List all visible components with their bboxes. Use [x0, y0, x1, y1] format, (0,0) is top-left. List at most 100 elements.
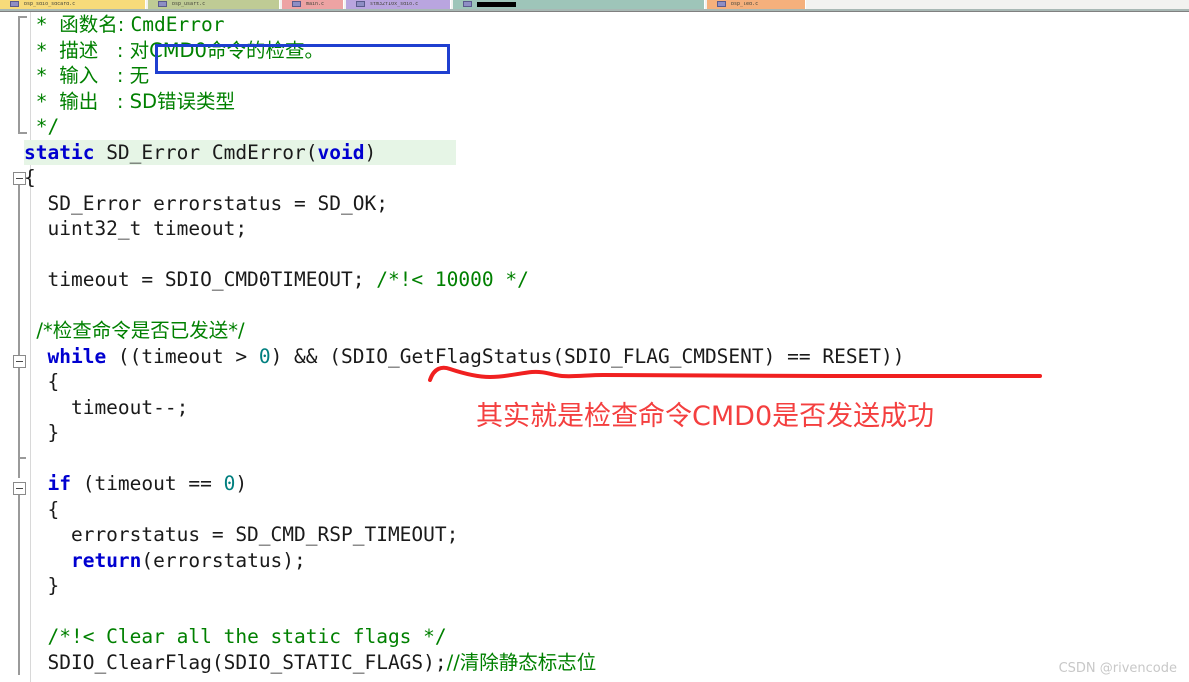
code-line-text: SD_Error errorstatus = SD_OK; — [24, 191, 388, 215]
code-line-text: * 输出 : SD错误类型 — [24, 90, 235, 113]
code-line-text: { — [24, 370, 59, 393]
code-line-text: * 输入 : 无 — [24, 64, 149, 87]
file-icon — [356, 1, 365, 7]
code-token: (errorstatus); — [141, 548, 306, 572]
code-line[interactable]: { — [24, 165, 1189, 191]
code-line[interactable]: * 描述 : 对CMD0命令的检查。 — [24, 38, 1189, 64]
code-line[interactable] — [24, 599, 1189, 625]
editor-tab-6[interactable]: bsp_led.c — [707, 0, 806, 9]
code-line[interactable]: * 输出 : SD错误类型 — [24, 89, 1189, 115]
code-token: timeout = SDIO_CMD0TIMEOUT; — [24, 268, 377, 291]
code-token: while — [47, 344, 107, 368]
fold-rail-while — [18, 368, 20, 478]
code-token: * — [24, 38, 60, 62]
code-token: //清除静态标志位 — [446, 650, 597, 674]
code-line[interactable]: static SD_Error CmdError(void) — [24, 139, 1189, 165]
code-line-text: * 函数名: CmdError — [24, 13, 225, 36]
code-line[interactable]: errorstatus = SD_CMD_RSP_TIMEOUT; — [24, 522, 1189, 548]
file-icon — [292, 1, 301, 7]
code-token: static — [24, 140, 95, 164]
code-token: timeout--; — [24, 395, 189, 419]
fold-rail-if — [18, 495, 20, 675]
code-line[interactable]: if (timeout == 0) — [24, 471, 1189, 497]
fold-rail-function — [18, 185, 20, 355]
code-token: */ — [24, 115, 60, 138]
red-note-annotation: 其实就是检查命令CMD0是否发送成功 — [476, 401, 935, 432]
code-line-text: } — [24, 574, 59, 597]
file-icon — [463, 1, 472, 7]
code-line[interactable] — [24, 242, 1189, 268]
editor-tab-label: sdio_sdcard.c — [477, 2, 517, 7]
editor-tab-3[interactable]: main.c — [282, 0, 344, 9]
code-token: /*检查命令是否已发送*/ — [24, 319, 245, 342]
code-line[interactable]: SDIO_ClearFlag(SDIO_STATIC_FLAGS);//清除静态… — [24, 650, 1189, 676]
editor-tab-label: bsp_led.c — [731, 2, 759, 7]
editor-tab-4[interactable]: stm32f10x_sdio.c — [346, 0, 451, 9]
code-token: /*!< Clear all the static flags */ — [47, 625, 447, 648]
code-line-text: /*检查命令是否已发送*/ — [24, 319, 245, 342]
code-line[interactable]: */ — [24, 114, 1189, 140]
editor-tab-5[interactable]: sdio_sdcard.c — [453, 0, 705, 9]
editor-tab-label: stm32f10x_sdio.c — [370, 2, 419, 7]
code-line[interactable]: SD_Error errorstatus = SD_OK; — [24, 191, 1189, 217]
file-icon — [717, 1, 726, 7]
code-line[interactable] — [24, 293, 1189, 319]
code-line[interactable]: /*!< Clear all the static flags */ — [24, 624, 1189, 650]
code-token: * — [24, 64, 60, 87]
code-line-text: SDIO_ClearFlag(SDIO_STATIC_FLAGS);//清除静态… — [24, 651, 596, 674]
code-token: void — [317, 140, 365, 164]
code-token: SD_Error errorstatus = SD_OK; — [24, 191, 388, 215]
file-icon — [158, 1, 167, 7]
code-line-text: timeout = SDIO_CMD0TIMEOUT; /*!< 10000 *… — [24, 268, 529, 291]
code-line[interactable]: * 函数名: CmdError — [24, 12, 1189, 38]
code-line[interactable] — [24, 446, 1189, 472]
editor-tab-label: main.c — [306, 2, 325, 7]
code-line[interactable]: timeout = SDIO_CMD0TIMEOUT; /*!< 10000 *… — [24, 267, 1189, 293]
code-token: ) — [235, 472, 248, 495]
fold-rail-comment — [18, 16, 20, 134]
code-line-text: } — [24, 421, 59, 444]
code-token: /*!< 10000 */ — [376, 268, 529, 291]
code-token: ) && (SDIO_GetFlagStatus(SDIO_FLAG_CMDSE… — [270, 344, 905, 368]
code-token: } — [24, 574, 60, 597]
code-text-area[interactable]: * 函数名: CmdError * 描述 : 对CMD0命令的检查。 * 输入 … — [24, 12, 1189, 675]
code-token: if — [47, 472, 71, 495]
editor-tab-strip[interactable]: bsp_sdio_sdcard.c bsp_usart.c main.c stm32f… — [0, 0, 1189, 9]
code-line[interactable]: * 输入 : 无 — [24, 63, 1189, 89]
code-token: { — [24, 497, 60, 521]
code-token: return — [70, 548, 142, 572]
file-icon — [10, 1, 19, 7]
code-token: ((timeout > — [106, 344, 259, 368]
code-editor[interactable]: * 函数名: CmdError * 描述 : 对CMD0命令的检查。 * 输入 … — [0, 12, 1189, 682]
code-line-text: uint32_t timeout; — [24, 217, 247, 240]
editor-tab-2[interactable]: bsp_usart.c — [148, 0, 280, 9]
editor-tab-1[interactable]: bsp_sdio_sdcard.c — [0, 0, 146, 9]
screenshot-root: bsp_sdio_sdcard.c bsp_usart.c main.c stm32f… — [0, 0, 1189, 682]
code-token: uint32_t timeout; — [24, 217, 248, 240]
code-token: { — [24, 166, 36, 189]
code-token: CmdError — [130, 13, 225, 36]
code-line-text: if (timeout == 0) — [24, 472, 247, 495]
code-line[interactable]: uint32_t timeout; — [24, 216, 1189, 242]
code-line-text: while ((timeout > 0) && (SDIO_GetFlagSta… — [24, 344, 905, 368]
code-line[interactable]: { — [24, 497, 1189, 523]
code-token: 函数名: — [59, 13, 131, 36]
code-token: 输出 : SD错误类型 — [59, 89, 235, 113]
code-token: 描述 : 对CMD0命令的检查。 — [59, 38, 324, 62]
code-line[interactable]: return(errorstatus); — [24, 548, 1189, 574]
code-line-text: */ — [24, 115, 60, 138]
code-line-text: timeout--; — [24, 396, 188, 419]
code-line[interactable]: /*检查命令是否已发送*/ — [24, 318, 1189, 344]
code-token: * — [24, 13, 60, 36]
editor-tab-label: bsp_usart.c — [172, 2, 206, 7]
code-line[interactable]: { — [24, 369, 1189, 395]
code-line[interactable]: } — [24, 573, 1189, 599]
code-token: 0 — [223, 472, 236, 495]
code-line[interactable]: while ((timeout > 0) && (SDIO_GetFlagSta… — [24, 344, 1189, 370]
code-token: ) — [364, 140, 377, 164]
code-line-text: { — [24, 498, 59, 521]
editor-tab-label: bsp_sdio_sdcard.c — [24, 2, 76, 7]
